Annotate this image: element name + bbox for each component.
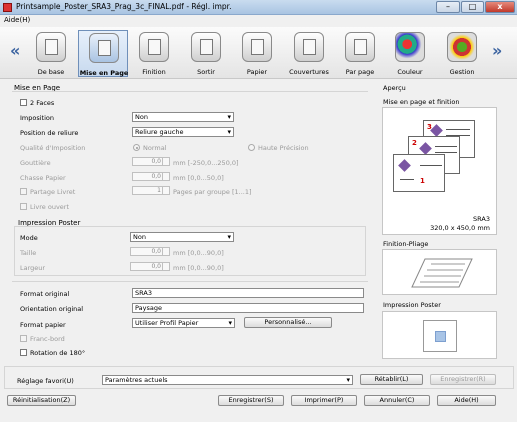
minimize-button[interactable]: –	[436, 1, 460, 13]
rotate-180-label: Rotation de 180°	[30, 349, 86, 357]
preview-subtitle: Mise en page et finition	[383, 98, 460, 106]
tab-finition[interactable]: Finition	[129, 30, 179, 77]
preview-size-dims: 320,0 x 450,0 mm	[430, 224, 490, 232]
poster-width-label: Largeur	[20, 264, 46, 272]
preview-size-name: SRA3	[473, 215, 490, 223]
pages-per-group-range: Pages par groupe [1...1]	[173, 188, 252, 196]
window-title: Printsample_Poster_SRA3_Prag_3c_FINAL.pd…	[16, 2, 232, 11]
register-button[interactable]: Enregistrer(S)	[218, 395, 284, 406]
format-divider	[12, 281, 368, 282]
paper-format-label: Format papier	[20, 321, 66, 329]
restore-button[interactable]: Rétablir(L)	[360, 374, 423, 385]
per-page-icon	[345, 32, 375, 62]
output-tray-icon	[191, 32, 221, 62]
poster-size-range: mm [0,0...90,0]	[173, 249, 224, 257]
split-booklet-label: Partage Livret	[30, 188, 76, 196]
paper-icon	[242, 32, 272, 62]
two-sides-checkbox[interactable]	[20, 99, 27, 106]
poster-width-spinbox[interactable]: 0,0	[130, 262, 170, 271]
two-sides-label: 2 Faces	[30, 99, 55, 107]
quality-high-radio[interactable]	[248, 144, 255, 151]
print-button[interactable]: Imprimer(P)	[291, 395, 357, 406]
finishing-icon	[139, 32, 169, 62]
color-icon	[395, 32, 425, 62]
finishing-preview-label: Finition-Pliage	[383, 240, 429, 248]
reset-button[interactable]: Réinitialisation(Z)	[7, 395, 76, 406]
gutter-range: mm [-250,0...250,0]	[173, 159, 239, 167]
original-orientation-label: Orientation original	[20, 305, 84, 313]
group-divider	[12, 91, 368, 92]
original-format-field[interactable]: SRA3	[132, 288, 364, 298]
split-booklet-checkbox[interactable]	[20, 188, 27, 195]
tab-papier[interactable]: Papier	[232, 30, 282, 77]
poster-sheet-icon	[423, 320, 457, 352]
gutter-spinbox[interactable]: 0,0	[132, 157, 170, 166]
poster-preview-box	[382, 311, 497, 359]
customize-button[interactable]: Personnalisé...	[244, 317, 332, 328]
quality-high-label: Haute Précision	[258, 144, 309, 152]
tab-couvertures[interactable]: Couvertures	[284, 30, 334, 77]
layout-preview-box: 3 2 1 SRA3 320,0 x 450,0 mm	[382, 107, 497, 235]
favorite-settings-select[interactable]: Paramètres actuels	[102, 375, 353, 385]
poster-mode-select[interactable]: Non	[130, 232, 234, 242]
layout-icon	[89, 33, 119, 63]
bleed-checkbox[interactable]	[20, 335, 27, 342]
tab-ribbon: « De base Mise en Page Finition Sortir P…	[0, 27, 517, 79]
poster-size-spinbox[interactable]: 0,0	[130, 247, 170, 256]
menu-bar: Aide(H)	[0, 15, 517, 26]
paper-format-select[interactable]: Utiliser Profil Papier	[132, 318, 235, 328]
gutter-label: Gouttière	[20, 159, 51, 167]
poster-mode-label: Mode	[20, 234, 38, 242]
fold-preview-icon	[411, 258, 473, 288]
close-button[interactable]: x	[485, 1, 515, 13]
printer-app-icon	[3, 3, 12, 12]
scroll-left-icon[interactable]: «	[10, 41, 20, 60]
tab-gestion[interactable]: Gestion	[437, 30, 487, 77]
binding-position-label: Position de reliure	[20, 129, 79, 137]
original-format-label: Format original	[20, 290, 70, 298]
tab-couleur[interactable]: Couleur	[385, 30, 435, 77]
basic-icon	[36, 32, 66, 62]
tab-par-page[interactable]: Par page	[335, 30, 385, 77]
tab-sortir[interactable]: Sortir	[181, 30, 231, 77]
preview-page-1: 1	[393, 154, 445, 192]
pages-per-group-spinbox[interactable]: 1	[132, 186, 170, 195]
quality-normal-label: Normal	[143, 144, 167, 152]
preview-title: Aperçu	[383, 84, 406, 92]
poster-width-range: mm [0,0...90,0]	[173, 264, 224, 272]
title-bar: Printsample_Poster_SRA3_Prag_3c_FINAL.pd…	[0, 0, 517, 15]
bleed-label: Franc-bord	[30, 335, 65, 343]
original-orientation-field[interactable]: Paysage	[132, 303, 364, 313]
creep-range: mm [0,0...50,0]	[173, 174, 224, 182]
favorite-settings-label: Réglage favori(U)	[17, 377, 74, 385]
creep-spinbox[interactable]: 0,0	[132, 172, 170, 181]
tab-mise-en-page[interactable]: Mise en Page	[78, 30, 128, 77]
quality-normal-radio[interactable]	[133, 144, 140, 151]
open-book-checkbox[interactable]	[20, 203, 27, 210]
creep-label: Chasse Papier	[20, 174, 66, 182]
save-favorite-button[interactable]: Enregistrer(R)	[430, 374, 496, 385]
help-button[interactable]: Aide(H)	[437, 395, 496, 406]
scroll-right-icon[interactable]: »	[492, 41, 502, 60]
cover-icon	[294, 32, 324, 62]
tab-de-base[interactable]: De base	[26, 30, 76, 77]
maximize-button[interactable]: □	[461, 1, 484, 13]
binding-position-select[interactable]: Reliure gauche	[132, 127, 234, 137]
rotate-180-checkbox[interactable]	[20, 349, 27, 356]
finishing-preview-box	[382, 249, 497, 295]
imposition-select[interactable]: Non	[132, 112, 234, 122]
poster-size-label: Taille	[20, 249, 37, 257]
management-icon	[447, 32, 477, 62]
menu-aide[interactable]: Aide(H)	[4, 16, 30, 24]
cancel-button[interactable]: Annuler(C)	[364, 395, 430, 406]
poster-preview-label: Impression Poster	[383, 301, 441, 309]
open-book-label: Livre ouvert	[30, 203, 70, 211]
imposition-label: Imposition	[20, 114, 54, 122]
imposition-quality-label: Qualité d'Imposition	[20, 144, 86, 152]
